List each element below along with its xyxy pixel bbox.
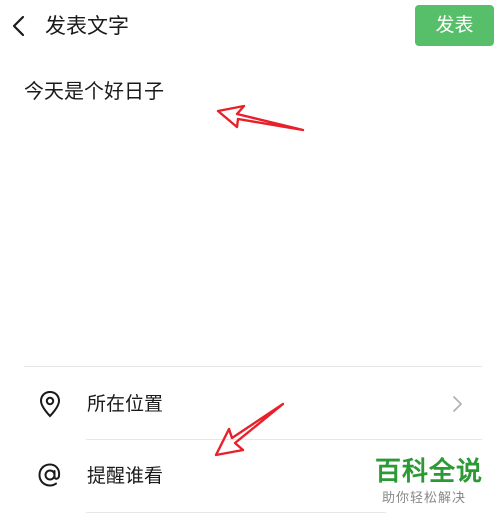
back-arrow-icon[interactable] — [8, 12, 30, 40]
top-bar: 发表文字 发表 — [0, 0, 500, 52]
watermark-subtitle: 助你轻松解决 — [382, 491, 467, 506]
page-title: 发表文字 — [45, 14, 129, 38]
publish-button[interactable]: 发表 — [415, 5, 494, 46]
location-option[interactable]: 所在位置 — [0, 367, 500, 439]
location-pin-icon — [39, 390, 61, 418]
arrow-pointing-text-icon — [216, 104, 305, 132]
post-text-input[interactable]: 今天是个好日子 — [24, 77, 164, 105]
chevron-right-icon — [453, 396, 462, 412]
divider — [86, 512, 386, 513]
mention-label: 提醒谁看 — [87, 465, 164, 487]
location-label: 所在位置 — [87, 393, 164, 415]
watermark-title: 百科全说 — [375, 457, 484, 487]
at-sign-icon — [38, 463, 61, 487]
